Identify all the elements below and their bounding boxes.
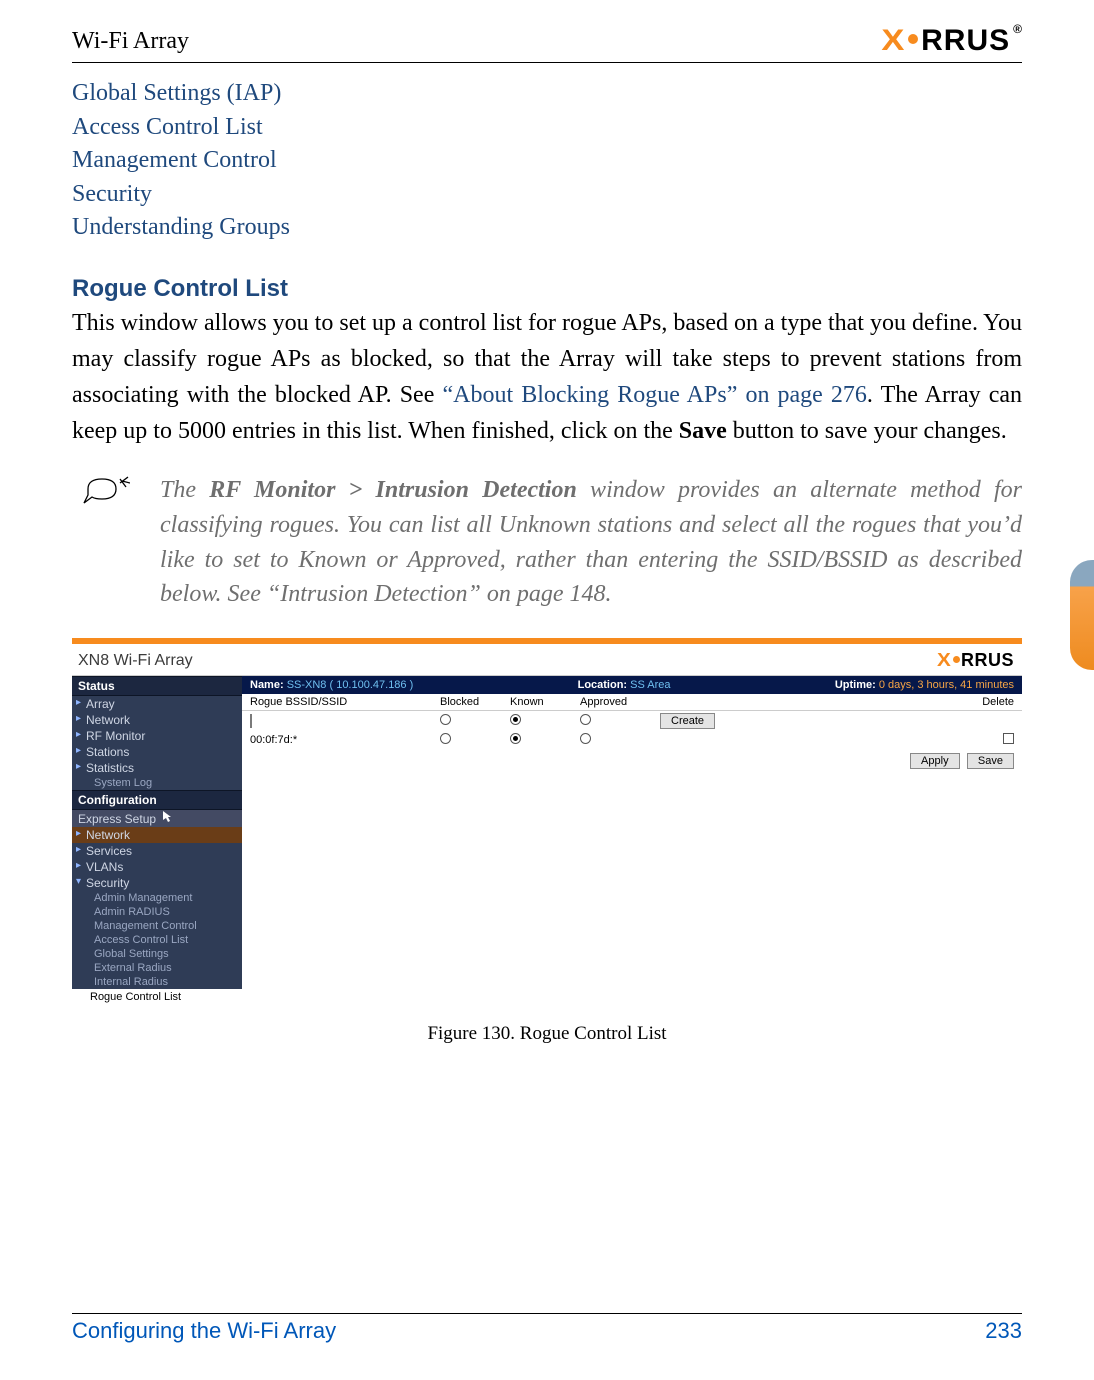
note-text: The RF Monitor > Intrusion Detection win… xyxy=(160,473,1022,612)
nav-item-array[interactable]: Array xyxy=(72,696,242,712)
nav-section-status: Status xyxy=(72,676,242,696)
nav-item-stations[interactable]: Stations xyxy=(72,744,242,760)
nav-sub[interactable]: External Radius xyxy=(72,961,242,975)
xref-link[interactable]: Security xyxy=(72,178,1022,212)
status-uptime-value: 0 days, 3 hours, 41 minutes xyxy=(879,679,1014,691)
document-title: Wi-Fi Array xyxy=(72,28,189,55)
cell-bssid: 00:0f:7d:* xyxy=(250,734,440,746)
status-uptime-label: Uptime: xyxy=(835,679,876,691)
nav-item-vlans[interactable]: VLANs xyxy=(72,859,242,875)
nav-sub[interactable]: Admin RADIUS xyxy=(72,905,242,919)
cursor-icon xyxy=(163,811,173,826)
nav-item-express-setup[interactable]: Express Setup xyxy=(72,810,242,827)
nav-item-security[interactable]: Security xyxy=(72,875,242,891)
page-footer: Configuring the Wi-Fi Array 233 xyxy=(72,1313,1022,1344)
nav-section-config: Configuration xyxy=(72,790,242,810)
note-block: The RF Monitor > Intrusion Detection win… xyxy=(72,473,1022,612)
brand-rest: RRUS xyxy=(921,24,1010,58)
embedded-ui: XN8 Wi-Fi Array X RRUS Status Array Netw… xyxy=(72,638,1022,1005)
bssid-input[interactable] xyxy=(250,714,252,728)
status-location-value: SS Area xyxy=(630,679,670,691)
status-name-label: Name: xyxy=(250,679,284,691)
col-blocked: Blocked xyxy=(440,696,510,708)
col-approved: Approved xyxy=(580,696,660,708)
para-text: button to save your changes. xyxy=(727,418,1007,444)
figure: XN8 Wi-Fi Array X RRUS Status Array Netw… xyxy=(72,638,1022,1045)
nav-sub-syslog[interactable]: System Log xyxy=(72,776,242,790)
col-delete: Delete xyxy=(954,696,1014,708)
footer-section: Configuring the Wi-Fi Array xyxy=(72,1318,336,1344)
figure-caption: Figure 130. Rogue Control List xyxy=(72,1023,1022,1045)
para-bold: Save xyxy=(679,418,727,444)
brand-x: X xyxy=(882,24,906,58)
nav-item-rogue-list[interactable]: Rogue Control List xyxy=(72,989,242,1005)
action-row: Apply Save xyxy=(242,749,1022,775)
brand-logo: X RRUS ® xyxy=(883,24,1022,58)
embedded-title: XN8 Wi-Fi Array xyxy=(78,652,193,670)
apply-button[interactable]: Apply xyxy=(910,753,960,769)
brand-dot-icon xyxy=(908,34,918,44)
radio-known[interactable] xyxy=(510,733,521,744)
brand-x: X xyxy=(938,650,952,671)
nav-sub[interactable]: Admin Management xyxy=(72,891,242,905)
xref-link[interactable]: Understanding Groups xyxy=(72,211,1022,245)
create-button[interactable]: Create xyxy=(660,713,715,729)
status-location-label: Location: xyxy=(578,679,628,691)
xref-link[interactable]: Access Control List xyxy=(72,111,1022,145)
brand-rest: RRUS xyxy=(961,650,1014,671)
col-known: Known xyxy=(510,696,580,708)
note-icon xyxy=(82,473,136,612)
radio-approved[interactable] xyxy=(580,714,591,725)
radio-known[interactable] xyxy=(510,714,521,725)
footer-page-number: 233 xyxy=(985,1318,1022,1344)
embedded-titlebar: XN8 Wi-Fi Array X RRUS xyxy=(72,644,1022,676)
inline-xref-link[interactable]: “About Blocking Rogue APs” on page 276 xyxy=(442,382,866,408)
note-part: The xyxy=(160,477,209,503)
nav-sub[interactable]: Global Settings xyxy=(72,947,242,961)
brand-tm: ® xyxy=(1013,22,1023,36)
nav-item-network[interactable]: Network xyxy=(72,712,242,728)
delete-checkbox[interactable] xyxy=(1003,733,1014,744)
status-bar: Name: SS-XN8 ( 10.100.47.186 ) Location:… xyxy=(242,676,1022,694)
save-button[interactable]: Save xyxy=(967,753,1014,769)
cross-ref-list: Global Settings (IAP) Access Control Lis… xyxy=(72,77,1022,245)
radio-approved[interactable] xyxy=(580,733,591,744)
radio-blocked[interactable] xyxy=(440,733,451,744)
xref-link[interactable]: Global Settings (IAP) xyxy=(72,77,1022,111)
nav-sub[interactable]: Access Control List xyxy=(72,933,242,947)
mini-brand-logo: X RRUS xyxy=(938,650,1014,671)
page-header: Wi-Fi Array X RRUS ® xyxy=(72,24,1022,63)
nav-item-network-cfg[interactable]: Network xyxy=(72,827,242,843)
thumb-tab-icon xyxy=(1070,560,1094,670)
nav-label: Express Setup xyxy=(78,812,156,826)
section-heading: Rogue Control List xyxy=(72,275,1022,303)
xref-link[interactable]: Management Control xyxy=(72,144,1022,178)
section-paragraph: This window allows you to set up a contr… xyxy=(72,305,1022,449)
note-strong: RF Monitor > Intrusion Detection xyxy=(209,477,577,503)
nav-sub[interactable]: Management Control xyxy=(72,919,242,933)
grid-row-new: Create xyxy=(242,711,1022,731)
main-panel: Name: SS-XN8 ( 10.100.47.186 ) Location:… xyxy=(242,676,1022,1005)
nav-sidebar: Status Array Network RF Monitor Stations… xyxy=(72,676,242,1005)
nav-item-services[interactable]: Services xyxy=(72,843,242,859)
status-name-value: SS-XN8 ( 10.100.47.186 ) xyxy=(287,679,414,691)
col-bssid: Rogue BSSID/SSID xyxy=(250,696,440,708)
radio-blocked[interactable] xyxy=(440,714,451,725)
nav-item-rf-monitor[interactable]: RF Monitor xyxy=(72,728,242,744)
grid-header: Rogue BSSID/SSID Blocked Known Approved … xyxy=(242,694,1022,711)
brand-dot-icon xyxy=(953,656,960,663)
grid-row-entry: 00:0f:7d:* xyxy=(242,731,1022,749)
nav-sub[interactable]: Internal Radius xyxy=(72,975,242,989)
nav-item-statistics[interactable]: Statistics xyxy=(72,760,242,776)
